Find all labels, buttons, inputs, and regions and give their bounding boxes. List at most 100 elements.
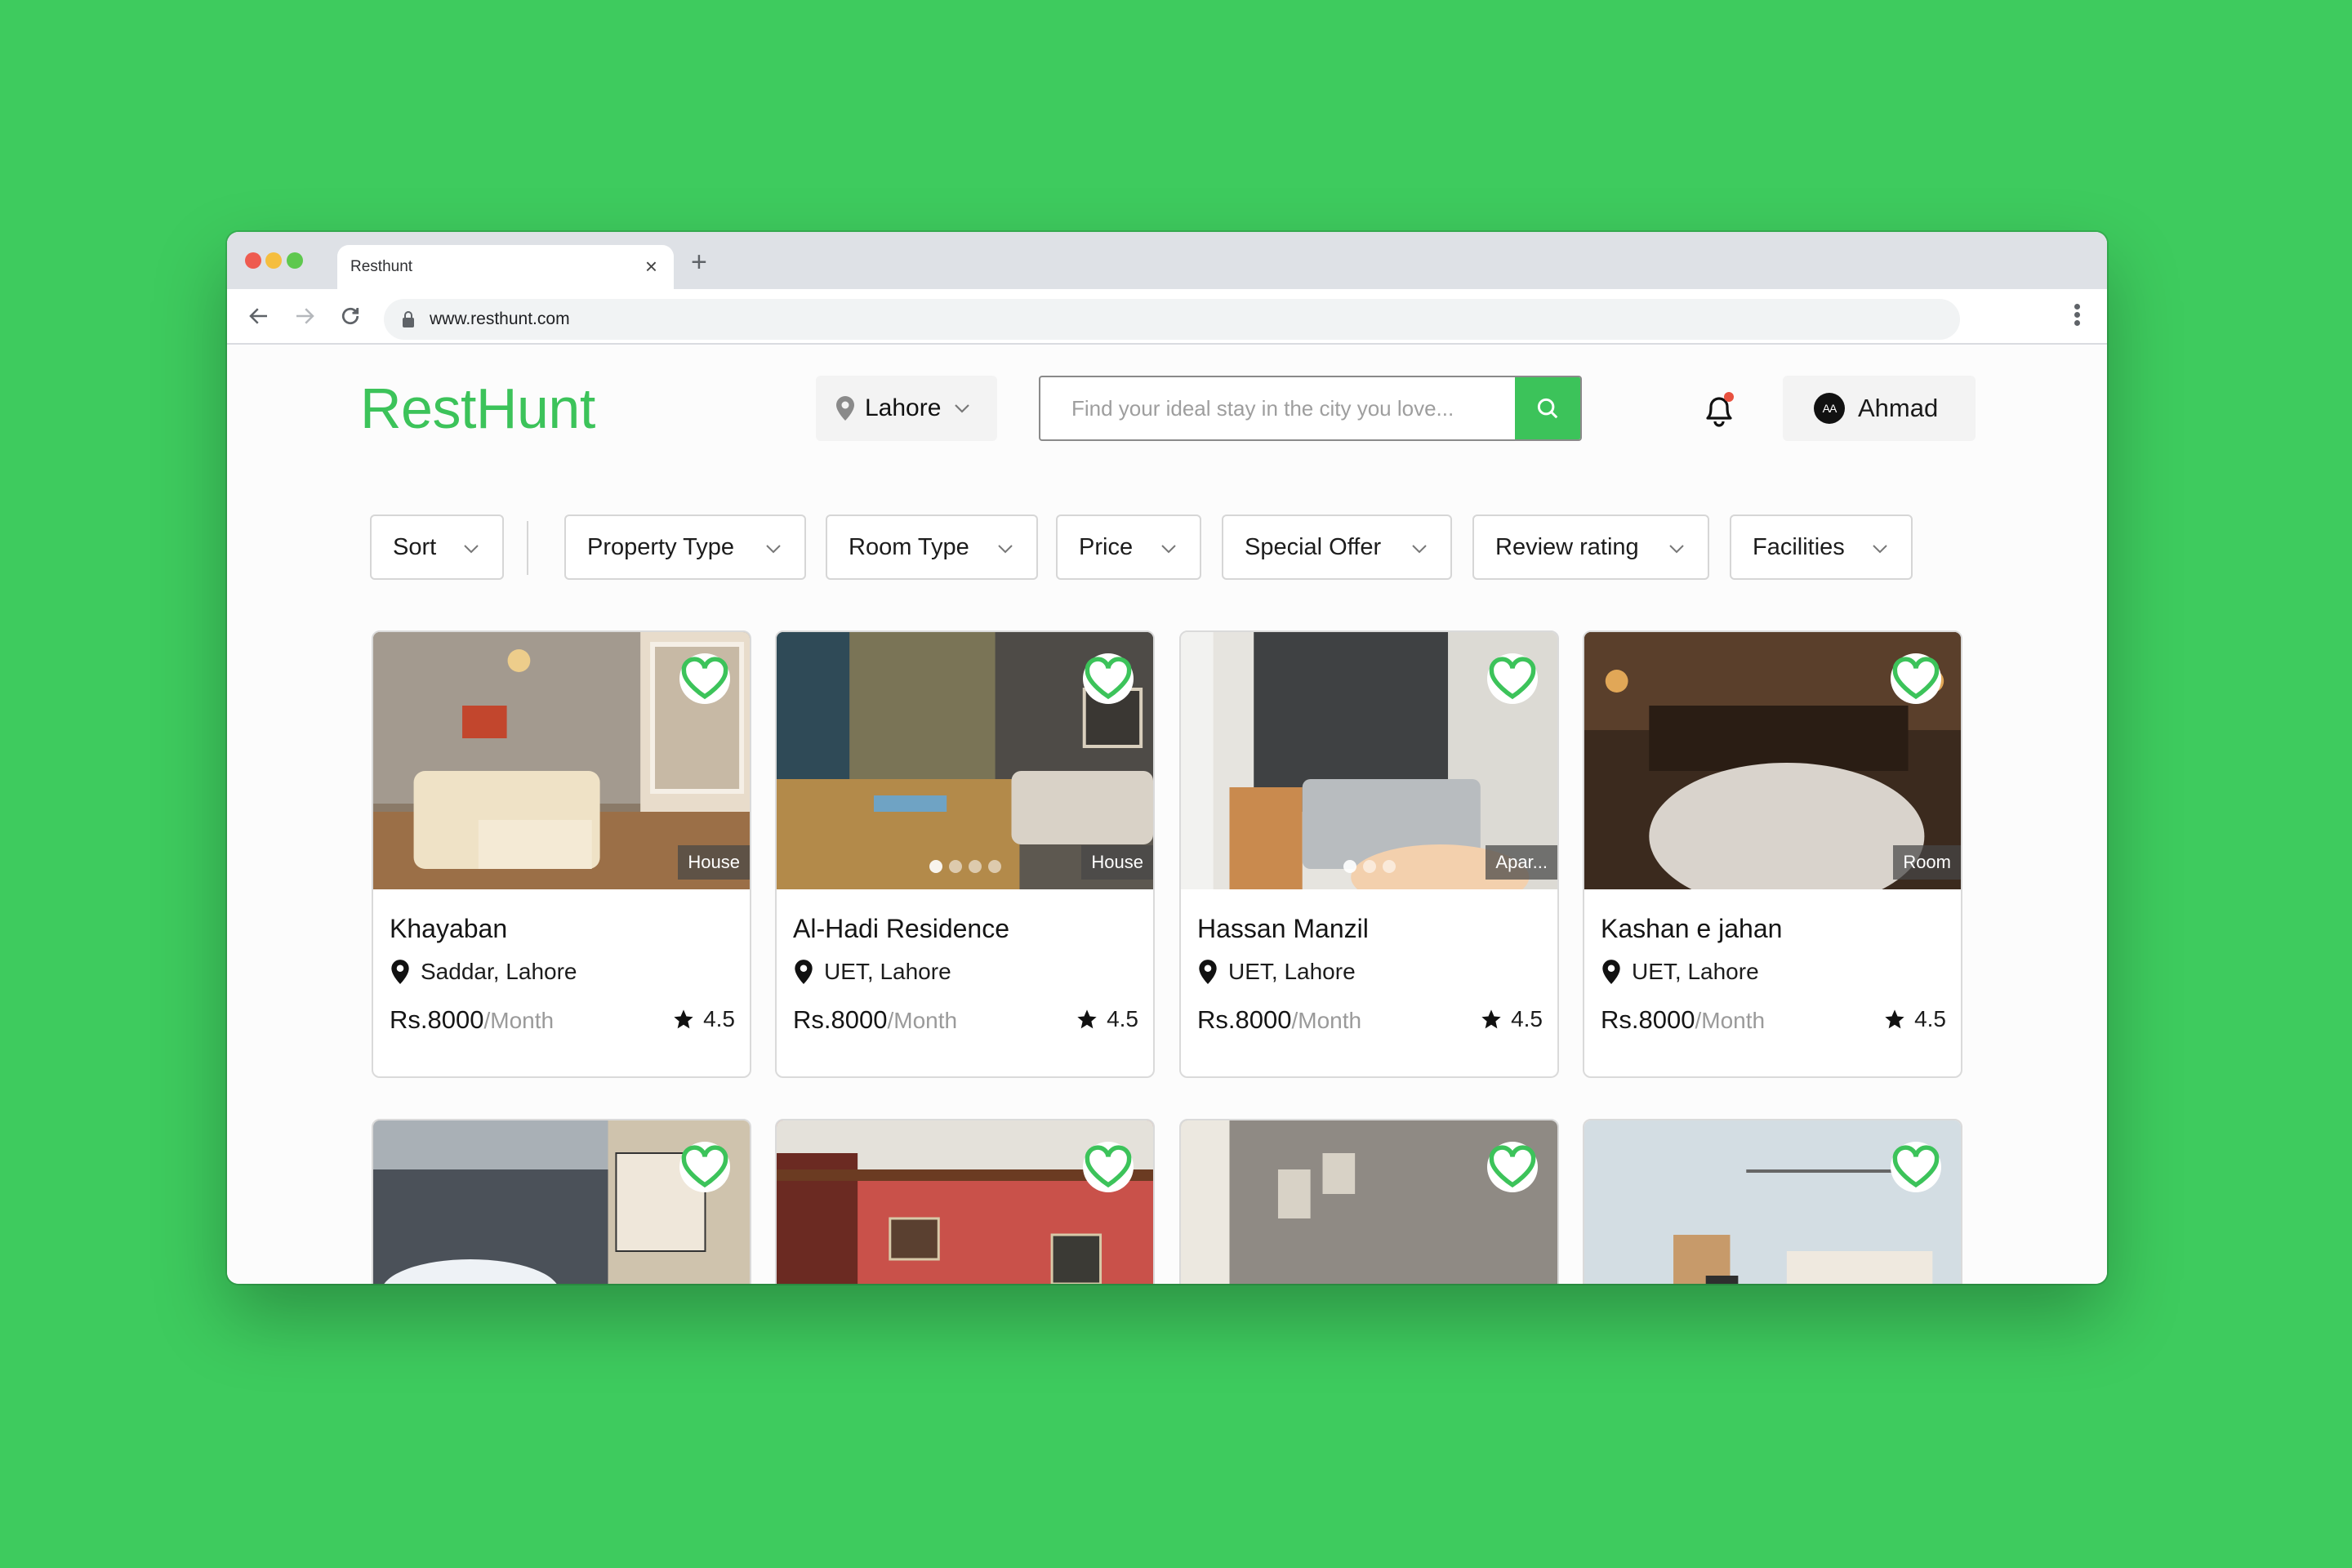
browser-tab[interactable]: Resthunt ×	[337, 245, 674, 291]
close-window-button[interactable]	[245, 252, 261, 269]
listing-location: UET, Lahore	[1197, 959, 1356, 985]
listing-name[interactable]: Al-Hadi Residence	[793, 914, 1009, 944]
price-period: /Month	[483, 1008, 555, 1033]
price-period: /Month	[1695, 1008, 1766, 1033]
listing-photo[interactable]: Apar...	[1181, 632, 1557, 889]
filter-label: Review rating	[1495, 533, 1639, 560]
listing-card[interactable]	[1583, 1119, 1962, 1284]
favorite-button[interactable]	[1083, 1142, 1134, 1192]
listing-rating: 4.5	[1480, 1006, 1543, 1032]
listing-name[interactable]: Khayaban	[390, 914, 507, 944]
favorite-button[interactable]	[1083, 653, 1134, 704]
listing-photo[interactable]: House	[777, 632, 1153, 889]
property-type-badge: House	[678, 845, 750, 880]
address-bar[interactable]: www.resthunt.com	[384, 299, 1960, 340]
filter-label: Sort	[393, 533, 437, 560]
filter-facilities[interactable]: Facilities	[1730, 514, 1913, 580]
listing-price: Rs.8000/Month	[1197, 1005, 1361, 1035]
listing-card[interactable]: House Khayaban Saddar, Lahore Rs.8000/Mo…	[372, 630, 751, 1078]
chevron-down-icon	[1669, 545, 1684, 554]
price-amount: Rs.8000	[1197, 1005, 1292, 1034]
search-input[interactable]	[1040, 377, 1517, 439]
rating-value: 4.5	[1914, 1006, 1946, 1031]
location-pin-icon	[1602, 960, 1620, 984]
reload-icon[interactable]	[338, 304, 363, 328]
rating-value: 4.5	[1511, 1006, 1543, 1031]
listing-photo[interactable]	[1584, 1120, 1961, 1284]
listing-rating: 4.5	[672, 1006, 735, 1032]
heart-icon	[1085, 1145, 1132, 1188]
notification-bell-icon[interactable]	[1701, 390, 1737, 430]
filter-property-type[interactable]: Property Type	[564, 514, 806, 580]
listing-photo[interactable]	[777, 1120, 1153, 1284]
photo-carousel-dots[interactable]	[1343, 860, 1396, 873]
listing-price: Rs.8000/Month	[390, 1005, 554, 1035]
listing-photo[interactable]: Room	[1584, 632, 1961, 889]
favorite-button[interactable]	[1891, 653, 1941, 704]
search-button[interactable]	[1515, 377, 1580, 439]
location-text: UET, Lahore	[1632, 959, 1759, 984]
rating-value: 4.5	[1107, 1006, 1138, 1031]
chevron-down-icon	[1412, 545, 1427, 554]
favorite-button[interactable]	[679, 1142, 730, 1192]
heart-icon	[681, 657, 728, 700]
filter-divider	[527, 521, 528, 575]
star-icon	[1481, 1009, 1501, 1029]
browser-menu-icon[interactable]	[2073, 304, 2081, 328]
filter-sort[interactable]: Sort	[370, 514, 504, 580]
location-text: UET, Lahore	[824, 959, 951, 984]
location-pin-icon	[1199, 960, 1217, 984]
listing-card[interactable]: Apar... Hassan Manzil UET, Lahore Rs.800…	[1179, 630, 1559, 1078]
filter-label: Room Type	[849, 533, 969, 560]
favorite-button[interactable]	[1891, 1142, 1941, 1192]
minimize-window-button[interactable]	[265, 252, 282, 269]
lock-icon	[403, 311, 414, 327]
listing-photo[interactable]	[373, 1120, 750, 1284]
listing-card[interactable]: House Al-Hadi Residence UET, Lahore Rs.8…	[775, 630, 1155, 1078]
filter-price[interactable]: Price	[1056, 514, 1201, 580]
user-name: Ahmad	[1858, 394, 1939, 422]
close-tab-icon[interactable]: ×	[645, 254, 657, 278]
browser-toolbar: www.resthunt.com	[227, 289, 2107, 345]
location-pin-icon	[836, 396, 854, 421]
filter-room-type[interactable]: Room Type	[826, 514, 1038, 580]
photo-carousel-dots[interactable]	[929, 860, 1001, 873]
listing-card[interactable]	[1179, 1119, 1559, 1284]
listing-card[interactable]	[775, 1119, 1155, 1284]
listing-card[interactable]: Room Kashan e jahan UET, Lahore Rs.8000/…	[1583, 630, 1962, 1078]
listing-photo[interactable]	[1181, 1120, 1557, 1284]
location-selector[interactable]: Lahore	[816, 376, 997, 441]
favorite-button[interactable]	[1487, 653, 1538, 704]
heart-icon	[1892, 657, 1940, 700]
chevron-down-icon	[955, 404, 970, 413]
listing-location: Saddar, Lahore	[390, 959, 577, 985]
chevron-down-icon	[1161, 545, 1176, 554]
filter-special-offer[interactable]: Special Offer	[1222, 514, 1452, 580]
listing-name[interactable]: Kashan e jahan	[1601, 914, 1782, 944]
price-period: /Month	[1291, 1008, 1362, 1033]
chevron-down-icon	[766, 545, 781, 554]
heart-icon	[1892, 1145, 1940, 1188]
chevron-down-icon	[464, 545, 479, 554]
listing-name[interactable]: Hassan Manzil	[1197, 914, 1369, 944]
location-label: Lahore	[865, 394, 942, 421]
star-icon	[674, 1009, 693, 1029]
price-amount: Rs.8000	[793, 1005, 888, 1034]
new-tab-button[interactable]: +	[691, 248, 707, 276]
user-menu[interactable]: AA Ahmad	[1783, 376, 1976, 441]
filter-review-rating[interactable]: Review rating	[1472, 514, 1709, 580]
search-bar	[1039, 376, 1582, 441]
maximize-window-button[interactable]	[287, 252, 303, 269]
listing-card[interactable]	[372, 1119, 751, 1284]
page-content: RestHunt Lahore AA Ahmad	[227, 346, 2107, 1284]
favorite-button[interactable]	[1487, 1142, 1538, 1192]
url-text: www.resthunt.com	[430, 310, 570, 328]
chevron-down-icon	[998, 545, 1013, 554]
forward-arrow-icon[interactable]	[292, 304, 317, 328]
listing-photo[interactable]: House	[373, 632, 750, 889]
back-arrow-icon[interactable]	[247, 304, 271, 328]
favorite-button[interactable]	[679, 653, 730, 704]
heart-icon	[1489, 657, 1536, 700]
star-icon	[1077, 1009, 1097, 1029]
logo[interactable]: RestHunt	[360, 376, 595, 441]
